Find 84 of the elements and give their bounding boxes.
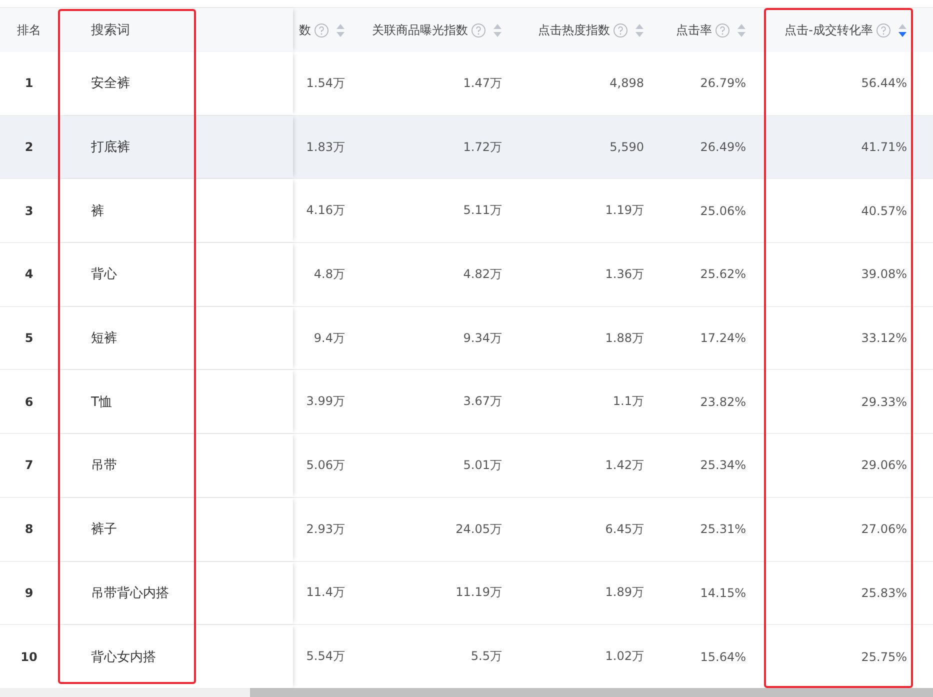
table-cell: 1.1万: [612, 393, 644, 410]
column-header: 点击热度指数: [538, 22, 610, 38]
table-cell: 9.4万: [314, 330, 345, 347]
table-cell: 7: [24, 458, 34, 472]
table-cell: 25.83%: [861, 586, 907, 600]
column-header: 排名: [17, 22, 41, 38]
table-cell: 9.34万: [463, 330, 502, 347]
table-cell: 5.06万: [306, 456, 345, 474]
table-cell: 1.88万: [605, 330, 644, 347]
table-cell: 17.24%: [700, 331, 746, 346]
help-icon[interactable]: [715, 22, 730, 38]
table-cell: 9: [24, 586, 34, 600]
table-cell: 23.82%: [700, 394, 746, 409]
table-cell: 25.62%: [700, 267, 746, 282]
table-cell: 5.54万: [306, 648, 345, 666]
table-cell: 25.31%: [700, 522, 746, 536]
sort-icon[interactable]: [898, 22, 907, 38]
table-cell: 40.57%: [861, 204, 907, 218]
table-cell: 29.33%: [861, 394, 907, 409]
table-cell: 2: [24, 140, 34, 154]
column-header: 点击-成交转化率: [784, 22, 873, 38]
table-cell: 25.34%: [700, 458, 746, 472]
table-cell-text: 吊带: [91, 457, 117, 474]
table-cell: 39.08%: [861, 267, 907, 282]
table-cell: 15.64%: [700, 650, 746, 664]
table-cell: 1.19万: [605, 202, 644, 220]
table-cell: 10: [20, 650, 38, 664]
table-cell: 1.02万: [605, 648, 644, 666]
table-cell: 4.16万: [306, 202, 345, 220]
table-cell: 4.82万: [463, 266, 502, 283]
column-header: 搜索词: [91, 22, 130, 39]
table-cell-text: 安全裤: [91, 75, 130, 92]
table-cell: 26.49%: [700, 140, 746, 154]
column-header: 关联商品曝光指数: [372, 22, 468, 38]
column-header: 数: [299, 22, 311, 38]
table-cell: 33.12%: [861, 331, 907, 346]
table-cell-text: 吊带背心内搭: [91, 584, 169, 602]
table-cell: 25.06%: [700, 204, 746, 218]
table-cell: 2.93万: [306, 520, 345, 538]
table-cell: 41.71%: [861, 140, 907, 154]
table-cell: 11.19万: [456, 584, 502, 602]
table-cell: 1.83万: [306, 138, 345, 156]
table-cell: 1.36万: [605, 266, 644, 283]
table-cell-text: 裤子: [91, 521, 117, 538]
table-cell-text: T恤: [91, 394, 112, 411]
table-cell: 5,590: [610, 140, 644, 154]
table-cell: 1.54万: [306, 74, 345, 92]
table-cell: 24.05万: [456, 520, 502, 538]
table-cell: 1.89万: [605, 584, 644, 602]
table-cell: 5.01万: [463, 456, 502, 474]
table-cell: 4,898: [610, 76, 644, 90]
table-cell: 3.99万: [306, 393, 345, 410]
table-cell: 27.06%: [861, 522, 907, 536]
table-cell: 3.67万: [463, 393, 502, 410]
table-cell: 26.79%: [700, 76, 746, 90]
table-cell: 1.72万: [463, 138, 502, 156]
help-icon[interactable]: [613, 22, 628, 38]
help-icon[interactable]: [876, 22, 891, 38]
table-cell: 5.11万: [463, 202, 502, 220]
table-cell: 25.75%: [861, 650, 907, 664]
table-cell-text: 打底裤: [91, 139, 130, 156]
table-cell: 14.15%: [700, 586, 746, 600]
table-cell: 5: [24, 331, 34, 346]
table-cell: 6.45万: [605, 520, 644, 538]
table-cell: 11.4万: [306, 584, 345, 602]
column-header: 点击率: [676, 22, 712, 38]
help-icon[interactable]: [471, 22, 486, 38]
table-cell-text: 裤: [91, 202, 104, 220]
table-cell: 6: [24, 394, 34, 409]
table-cell: 1.42万: [605, 456, 644, 474]
table-cell-text: 背心: [91, 266, 117, 284]
table-cell: 8: [24, 522, 34, 536]
help-icon[interactable]: [314, 22, 329, 38]
table-cell-text: 背心女内搭: [91, 648, 156, 666]
table-cell: 4: [24, 267, 34, 282]
table-cell: 1.47万: [463, 74, 502, 92]
table-cell: 56.44%: [861, 76, 907, 90]
table-cell: 4.8万: [314, 266, 345, 283]
scrollbar-thumb[interactable]: [250, 688, 933, 697]
table-cell-text: 短裤: [91, 330, 117, 348]
table-cell: 5.5万: [470, 648, 502, 666]
table-cell: 29.06%: [861, 458, 907, 472]
table-cell: 3: [24, 204, 34, 218]
table-cell: 1: [24, 76, 34, 90]
